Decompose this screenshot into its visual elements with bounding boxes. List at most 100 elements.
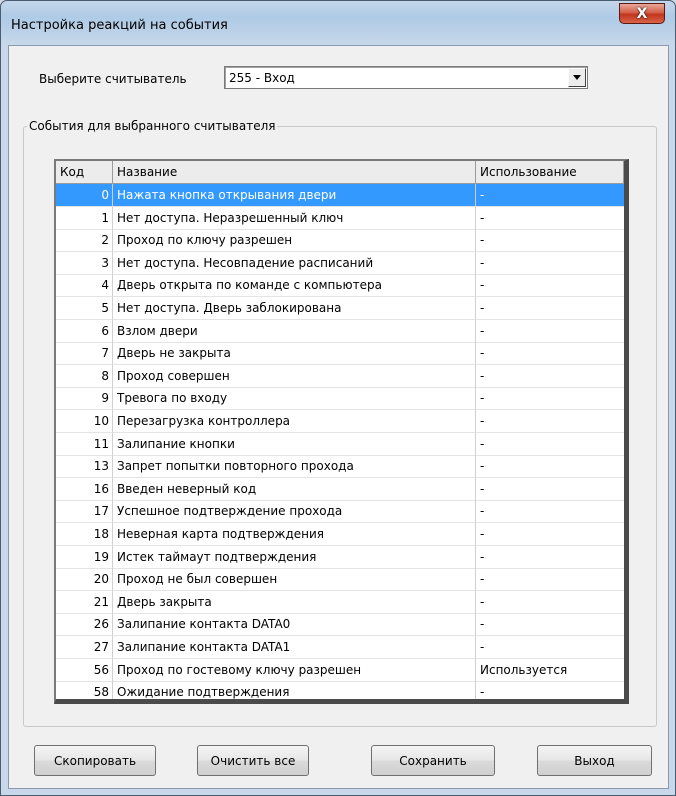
table-row[interactable]: 16 Введен неверный код - (56, 477, 624, 501)
row-usage: - (476, 681, 624, 699)
table-row[interactable]: 3 Нет доступа. Несовпадение расписаний - (56, 251, 624, 275)
table-row[interactable]: 21 Дверь закрыта - (56, 590, 624, 614)
row-name: Введен неверный код (113, 477, 476, 501)
table-row[interactable]: 20 Проход не был совершен - (56, 568, 624, 592)
row-code: 19 (56, 545, 113, 569)
row-code: 58 (56, 681, 113, 699)
title-bar[interactable]: Настройка реакций на события X (1, 1, 675, 45)
row-name: Дверь не закрыта (113, 342, 476, 366)
row-name: Дверь закрыта (113, 590, 476, 614)
row-usage: Используется (476, 659, 624, 682)
table-row[interactable]: 27 Залипание контакта DATA1- (56, 636, 624, 659)
row-usage: - (476, 387, 624, 411)
row-name: Нажата кнопка открывания двери (113, 184, 476, 207)
table-row[interactable]: 11 Залипание кнопки - (56, 432, 624, 456)
row-usage: - (476, 433, 624, 456)
copy-button[interactable]: Скопировать (34, 745, 156, 776)
row-code: 6 (56, 319, 113, 343)
close-button[interactable]: X (619, 3, 665, 24)
row-usage: - (476, 320, 624, 343)
table-header: Код Название Использование (56, 161, 624, 184)
row-name: Проход по гостевому ключу разрешен (113, 658, 476, 682)
reader-label: Выберите считыватель (39, 72, 187, 86)
table-row[interactable]: 6 Взлом двери - (56, 319, 624, 343)
row-name: Нет доступа. Неразрешенный ключ (113, 206, 476, 230)
row-usage: - (476, 207, 624, 230)
reader-select[interactable]: 255 - Вход (224, 66, 588, 89)
row-usage: - (476, 591, 624, 614)
table-row[interactable]: 17 Успешное подтверждение прохода - (56, 500, 624, 524)
close-icon: X (636, 5, 648, 22)
row-code: 10 (56, 410, 113, 433)
row-name: Проход по ключу разрешен (113, 229, 476, 253)
row-usage: - (476, 229, 624, 253)
dialog-window: Настройка реакций на события X Выберите … (0, 0, 676, 796)
row-code: 7 (56, 342, 113, 366)
row-code: 26 (56, 613, 113, 637)
row-usage: - (476, 500, 624, 524)
row-code: 0 (56, 184, 113, 207)
reader-dropdown-button[interactable] (568, 68, 586, 87)
row-name: Запрет попытки повторного прохода (113, 455, 476, 479)
row-name: Успешное подтверждение прохода (113, 500, 476, 524)
row-usage: - (476, 274, 624, 298)
table-row[interactable]: 8 Проход совершен - (56, 364, 624, 388)
row-usage: - (476, 410, 624, 433)
window-title: Настройка реакций на события (11, 18, 228, 33)
events-table[interactable]: Код Название Использование 0 Нажата кнопк… (54, 159, 629, 704)
table-row[interactable]: 10 Перезагрузка контроллера - (56, 410, 624, 433)
row-usage: - (476, 365, 624, 388)
row-code: 3 (56, 251, 113, 275)
row-code: 27 (56, 636, 113, 659)
row-code: 13 (56, 455, 113, 479)
column-header-usage[interactable]: Использование (476, 161, 624, 184)
table-row[interactable]: 56 Проход по гостевому ключу разрешен Испо… (56, 658, 624, 682)
row-name: Неверная карта подтверждения (113, 523, 476, 546)
row-usage: - (476, 342, 624, 366)
clear-all-button[interactable]: Очистить все (197, 745, 309, 776)
row-code: 2 (56, 229, 113, 253)
column-header-name[interactable]: Название (113, 161, 476, 184)
table-row[interactable]: 18 Неверная карта подтверждения - (56, 523, 624, 546)
row-code: 17 (56, 500, 113, 524)
row-usage: - (476, 252, 624, 275)
row-code: 11 (56, 432, 113, 456)
row-usage: - (476, 478, 624, 501)
row-usage: - (476, 297, 624, 320)
save-button[interactable]: Сохранить (371, 745, 495, 776)
table-row[interactable]: 4 Дверь открыта по команде с компьютера - (56, 274, 624, 298)
table-row[interactable]: 7 Дверь не закрыта - (56, 342, 624, 366)
table-row[interactable]: 13 Запрет попытки повторного прохода - (56, 455, 624, 479)
row-usage: - (476, 636, 624, 659)
row-usage: - (476, 455, 624, 479)
row-usage: - (476, 613, 624, 637)
row-name: Ожидание подтверждения (113, 681, 476, 699)
table-row[interactable]: 1 Нет доступа. Неразрешенный ключ - (56, 206, 624, 230)
row-name: Нет доступа. Дверь заблокирована (113, 297, 476, 320)
row-usage: - (476, 546, 624, 569)
row-usage: - (476, 523, 624, 546)
table-row[interactable]: 5 Нет доступа. Дверь заблокирована - (56, 297, 624, 320)
row-name: Залипание контакта DATA1 (113, 636, 476, 659)
row-name: Нет доступа. Несовпадение расписаний (113, 251, 476, 275)
row-code: 9 (56, 387, 113, 411)
exit-button[interactable]: Выход (537, 745, 652, 776)
chevron-down-icon (573, 75, 581, 80)
table-row[interactable]: 58 Ожидание подтверждения - (56, 681, 624, 699)
row-code: 56 (56, 658, 113, 682)
row-name: Проход не был совершен (113, 568, 476, 592)
row-code: 5 (56, 297, 113, 320)
row-code: 8 (56, 364, 113, 388)
row-usage: - (476, 184, 624, 207)
row-name: Тревога по входу (113, 387, 476, 411)
table-row[interactable]: 2 Проход по ключу разрешен - (56, 229, 624, 253)
column-header-code[interactable]: Код (56, 161, 113, 184)
row-name: Перезагрузка контроллера (113, 410, 476, 433)
row-code: 20 (56, 568, 113, 592)
table-row[interactable]: 0 Нажата кнопка открывания двери - (56, 184, 624, 207)
row-name: Взлом двери (113, 319, 476, 343)
row-name: Дверь открыта по команде с компьютера (113, 274, 476, 298)
table-row[interactable]: 19 Истек таймаут подтверждения - (56, 545, 624, 569)
table-row[interactable]: 26 Залипание контакта DATA0- (56, 613, 624, 637)
table-row[interactable]: 9 Тревога по входу - (56, 387, 624, 411)
